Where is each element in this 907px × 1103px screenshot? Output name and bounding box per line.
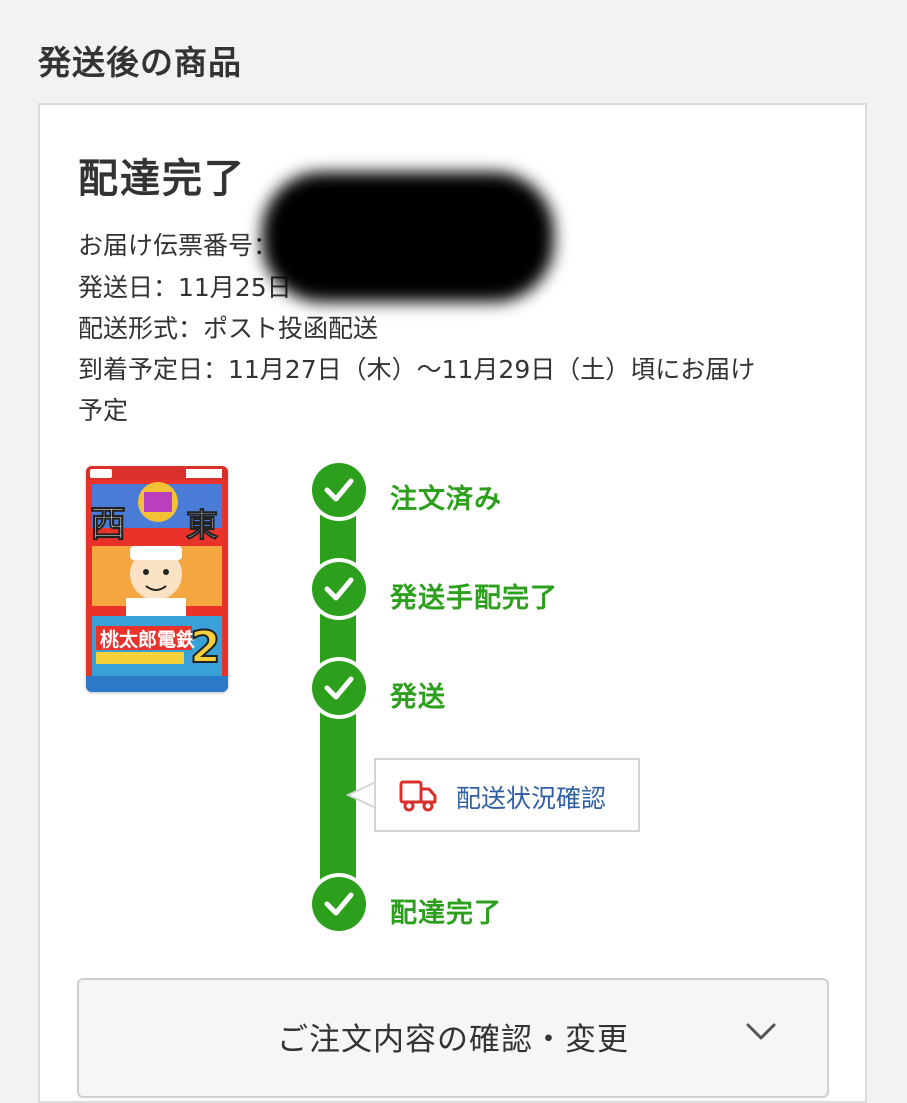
redaction-blur <box>262 172 554 302</box>
box-art-title: 桃太郎電鉄 <box>100 628 195 651</box>
tracking-callout-pointer <box>346 782 376 808</box>
step-delivered <box>312 877 366 931</box>
step-label-shipped: 発送 <box>390 682 446 713</box>
truck-icon <box>399 780 437 812</box>
svg-text:西: 西 <box>90 504 126 545</box>
step-label-preparing: 発送手配完了 <box>390 583 558 614</box>
product-image[interactable]: 西 東 桃太郎電鉄 2 <box>86 466 228 692</box>
expected-arrival: 到着予定日：11月27日（木）〜11月29日（土）頃にお届け <box>78 355 756 384</box>
order-details-button[interactable]: ご注文内容の確認・変更 <box>77 978 829 1098</box>
step-preparing <box>312 562 366 616</box>
svg-text:東: 東 <box>186 506 218 544</box>
section-title: 発送後の商品 <box>38 43 242 82</box>
chevron-down-icon <box>746 1023 776 1040</box>
step-shipped <box>312 661 366 715</box>
check-icon <box>312 463 366 517</box>
delivery-method: 配送形式：ポスト投函配送 <box>78 314 379 343</box>
order-details-label: ご注文内容の確認・変更 <box>277 1022 629 1058</box>
step-label-delivered: 配達完了 <box>390 898 502 929</box>
game-box-art-icon: 西 東 桃太郎電鉄 2 <box>86 466 228 692</box>
box-art-number: 2 <box>190 622 221 673</box>
check-icon <box>312 877 366 931</box>
check-icon <box>312 562 366 616</box>
ship-date: 発送日：11月25日 <box>78 273 292 302</box>
expected-arrival-continued: 予定 <box>78 396 129 425</box>
step-ordered <box>312 463 366 517</box>
delivery-status-heading: 配達完了 <box>78 156 246 202</box>
check-icon <box>312 661 366 715</box>
tracking-status-label: 配送状況確認 <box>456 784 607 813</box>
step-label-ordered: 注文済み <box>390 484 502 515</box>
tracking-number-label: お届け伝票番号： <box>78 231 279 260</box>
tracking-status-button[interactable]: 配送状況確認 <box>374 758 640 832</box>
